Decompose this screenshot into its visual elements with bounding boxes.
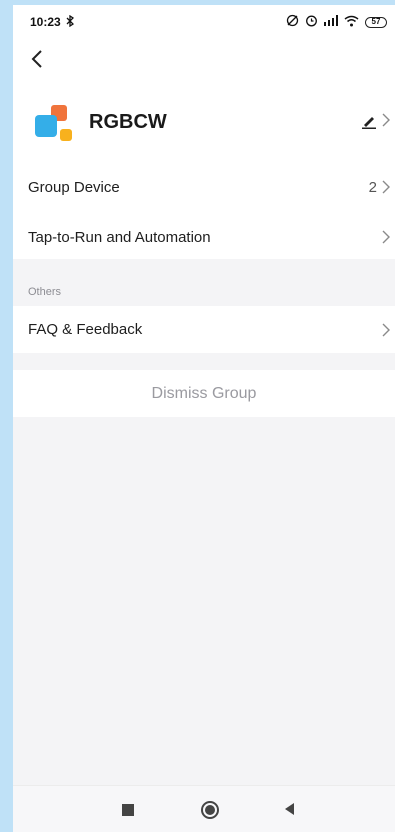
dismiss-group-button[interactable]: Dismiss Group	[13, 370, 395, 417]
status-bar: 10:23 57	[13, 5, 395, 39]
home-circle-icon[interactable]	[201, 801, 219, 819]
group-device-label: Group Device	[28, 178, 120, 196]
recents-square-icon[interactable]	[122, 804, 134, 816]
section-label-others: Others	[28, 286, 62, 298]
back-triangle-icon[interactable]	[283, 802, 295, 816]
back-arrow-icon[interactable]	[28, 47, 48, 71]
status-time: 10:23	[30, 15, 61, 29]
signal-icon	[324, 15, 338, 29]
top-panel: 10:23 57 RGBCW Group Device 2 Tap-to-Run…	[13, 5, 395, 259]
group-device-row[interactable]: Group Device 2	[13, 163, 395, 211]
edit-pencil-icon[interactable]	[361, 115, 377, 129]
wifi-icon	[344, 15, 359, 30]
bluetooth-icon	[66, 14, 74, 30]
app-screen: 10:23 57 RGBCW Group Device 2 Tap-to-Run…	[13, 5, 395, 832]
chevron-right-icon	[381, 112, 391, 128]
group-header[interactable]: RGBCW	[13, 97, 395, 147]
status-icons: 57	[286, 14, 387, 30]
alarm-off-icon	[286, 14, 299, 30]
tap-to-run-row[interactable]: Tap-to-Run and Automation	[13, 213, 395, 261]
tap-to-run-label: Tap-to-Run and Automation	[28, 228, 211, 246]
group-name: RGBCW	[89, 111, 167, 133]
system-nav-bar	[13, 785, 395, 832]
alarm-icon	[305, 14, 318, 30]
chevron-right-icon	[381, 322, 391, 338]
chevron-right-icon	[381, 179, 391, 195]
battery-indicator: 57	[365, 16, 387, 28]
faq-feedback-row[interactable]: FAQ & Feedback	[13, 306, 395, 353]
group-logo-icon	[35, 103, 75, 143]
faq-feedback-label: FAQ & Feedback	[28, 321, 143, 338]
chevron-right-icon	[381, 229, 391, 245]
group-device-count: 2	[368, 178, 377, 196]
